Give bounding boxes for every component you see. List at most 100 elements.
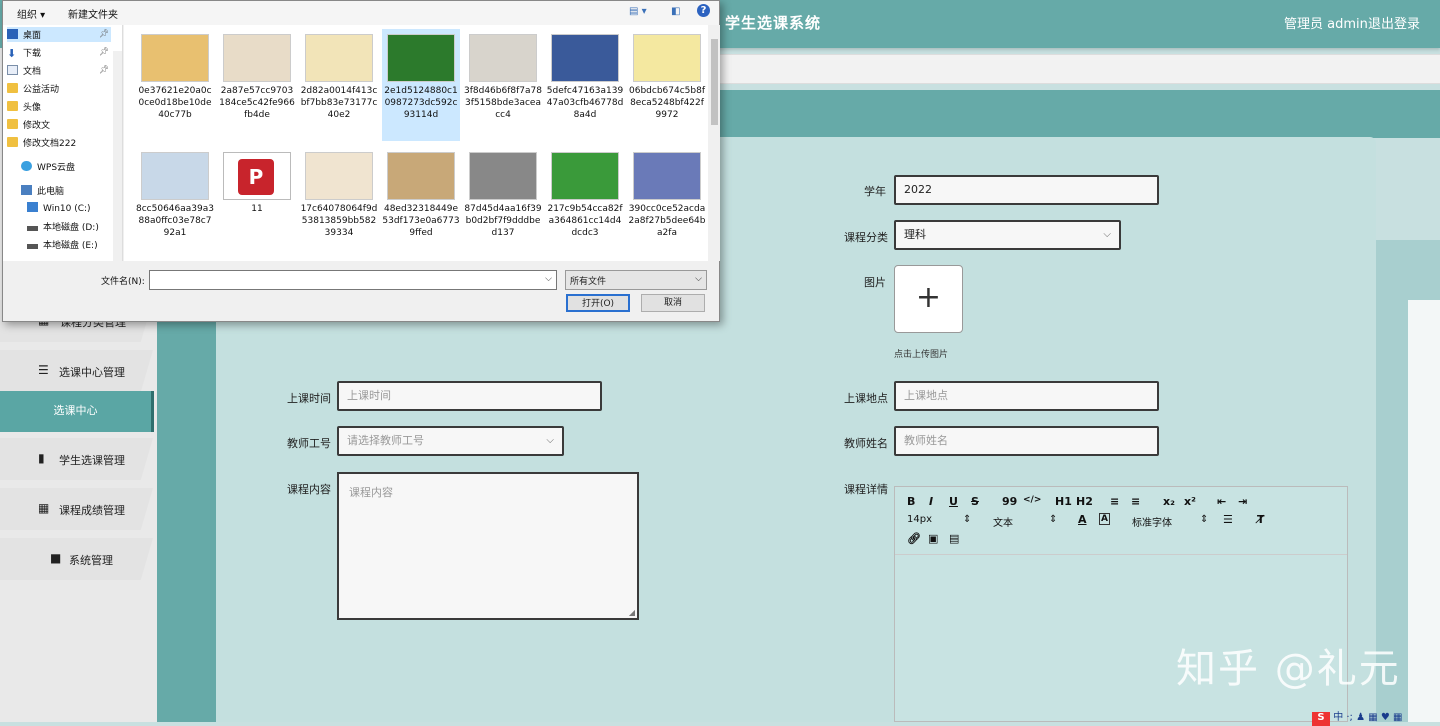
ordered-list-button[interactable]: ≡ [1110, 495, 1119, 508]
filetype-select[interactable]: 所有文件 ⌵ [565, 270, 707, 290]
updown-icon: ⇕ [963, 514, 972, 525]
sidebar-item-system[interactable]: ■ 系统管理 [0, 538, 153, 580]
teacher-id-label: 教师工号 [287, 437, 331, 450]
system-tray: S 中 ·; ♟ ▦ ♥ ▦ [1312, 708, 1440, 726]
bold-button[interactable]: B [907, 495, 915, 508]
image-thumbnail [633, 152, 701, 200]
nav-item-drive-e[interactable]: 本地磁盘 (E:) [27, 238, 98, 251]
sidebar-item-label: 系统管理 [69, 554, 113, 567]
organize-button[interactable]: 组织 ▾ [17, 6, 45, 21]
file-item[interactable]: 5defc47163a13947a03cfb46778d8a4d [546, 29, 624, 141]
open-button[interactable]: 打开(O) [566, 294, 630, 312]
image-thumbnail [633, 34, 701, 82]
teacher-id-select[interactable]: 请选择教师工号 ⌵ [337, 426, 564, 456]
time-input[interactable]: 上课时间 [337, 381, 602, 411]
file-name: 0e37621e20a0c0ce0d18be10de40c77b [138, 86, 212, 120]
image-upload-button[interactable]: + [894, 265, 963, 333]
category-select[interactable]: 理科 ⌵ [894, 220, 1121, 250]
file-item[interactable]: 217c9b54cca82fa364861cc14d4dcdc3 [546, 147, 624, 259]
bullet-list-button[interactable]: ≡ [1131, 495, 1140, 508]
image-icon[interactable]: ▣ [928, 532, 938, 545]
admin-label: 管理员 admin [1284, 17, 1368, 32]
h2-button[interactable]: H2 [1076, 495, 1093, 508]
tab-strip [700, 54, 1440, 84]
file-item[interactable]: 3f8d46b6f8f7a783f5158bde3aceacc4 [464, 29, 542, 141]
italic-button[interactable]: I [929, 495, 933, 508]
clear-format-icon[interactable]: T̸ [1257, 513, 1265, 526]
file-name: 2a87e57cc9703184ce5c42fe966fb4de [219, 86, 295, 120]
place-input[interactable]: 上课地点 [894, 381, 1159, 411]
file-item[interactable]: 06bdcb674c5b8f8eca5248bf422f9972 [628, 29, 706, 141]
link-icon[interactable]: 🔗︎ [907, 532, 921, 545]
file-list-scrollbar[interactable] [709, 25, 720, 261]
resize-grip-icon[interactable]: ◢ [629, 608, 635, 617]
file-item[interactable]: P 11 [218, 147, 296, 259]
help-icon[interactable]: ? [697, 4, 710, 17]
image-thumbnail [387, 34, 455, 82]
nav-scrollbar[interactable] [113, 51, 122, 283]
font-size-value: 14px [907, 514, 932, 525]
file-item[interactable]: 8cc50646aa39a388a0ffc03e78c792a1 [136, 147, 214, 259]
scrollbar-thumb[interactable] [711, 39, 718, 125]
h1-button[interactable]: H1 [1055, 495, 1072, 508]
outdent-button[interactable]: ⇤ [1217, 495, 1226, 508]
sidebar-item-grades[interactable]: ▦ 课程成绩管理 [0, 488, 153, 530]
image-thumbnail [305, 152, 373, 200]
file-item[interactable]: 0e37621e20a0c0ce0d18be10de40c77b [136, 29, 214, 141]
cancel-button[interactable]: 取消 [641, 294, 705, 312]
view-icon[interactable]: ▤ ▾ [629, 6, 647, 17]
nav-item-wps-cloud[interactable]: WPS云盘 [21, 160, 75, 173]
tray-icons: 中 ·; ♟ ▦ ♥ ▦ [1333, 712, 1403, 723]
file-item[interactable]: 2d82a0014f413cbf7bb83e73177c40e2 [300, 29, 378, 141]
nav-item-downloads[interactable]: ⬇ 下载 [7, 46, 41, 60]
nav-item-drive-c[interactable]: Win10 (C:) [27, 202, 91, 214]
filename-input[interactable]: ⌵ [149, 270, 557, 290]
font-color-icon[interactable]: A [1078, 513, 1087, 526]
teacher-name-label: 教师姓名 [844, 437, 888, 450]
nav-item-folder[interactable]: 头像 [7, 100, 41, 113]
nav-item-folder[interactable]: 公益活动 [7, 82, 59, 95]
font-family-select[interactable]: 标准字体 ⇕ [1132, 514, 1208, 529]
file-item[interactable]: 87d45d4aa16f39b0d2bf7f9dddbed137 [464, 147, 542, 259]
file-item[interactable]: 2e1d5124880c10987273dc592c93114d [382, 29, 460, 141]
file-item[interactable]: 390cc0ce52acda2a8f27b5dee64ba2fa [628, 147, 706, 259]
content-textarea[interactable]: 课程内容 ◢ [337, 472, 639, 620]
file-name: 2d82a0014f413cbf7bb83e73177c40e2 [300, 86, 378, 120]
plus-icon: + [915, 280, 942, 315]
nav-item-this-pc[interactable]: 此电脑 [21, 184, 64, 197]
block-format-select[interactable]: 文本 ⇕ [993, 514, 1057, 529]
nav-item-folder[interactable]: 修改文 [7, 118, 50, 131]
new-folder-button[interactable]: 新建文件夹 [68, 6, 118, 21]
font-size-select[interactable]: 14px ⇕ [907, 514, 971, 525]
logout-link[interactable]: 退出登录 [1368, 13, 1420, 32]
font-family-value: 标准字体 [1132, 518, 1172, 529]
indent-button[interactable]: ⇥ [1238, 495, 1247, 508]
superscript-button[interactable]: x² [1184, 495, 1196, 508]
image-thumbnail [469, 34, 537, 82]
underline-button[interactable]: U [949, 495, 958, 508]
teacher-name-input[interactable]: 教师姓名 [894, 426, 1159, 456]
preview-pane-icon[interactable]: ◧ [671, 6, 680, 17]
bg-color-icon[interactable]: A [1099, 513, 1110, 525]
file-item[interactable]: 2a87e57cc9703184ce5c42fe966fb4de [218, 29, 296, 141]
dialog-toolbar: 组织 ▾ 新建文件夹 ▤ ▾ ◧ ? [3, 1, 719, 25]
align-icon[interactable]: ☰ [1223, 513, 1233, 526]
nav-item-documents[interactable]: 文档 [7, 64, 41, 77]
sidebar-item-student-selection[interactable]: ▮ 学生选课管理 [0, 438, 153, 480]
sidebar-item-selection-center[interactable]: 选课中心 [0, 391, 154, 432]
code-button[interactable]: </> [1023, 495, 1041, 505]
year-input[interactable]: 2022 [894, 175, 1159, 205]
quote-button[interactable]: 99 [1002, 495, 1017, 508]
nav-item-drive-d[interactable]: 本地磁盘 (D:) [27, 220, 99, 233]
file-item[interactable]: 48ed32318449e53df173e0a67739ffed [382, 147, 460, 259]
nav-item-folder[interactable]: 修改文档222 [7, 136, 76, 149]
file-item[interactable]: 17c64078064f9d53813859bb58239334 [300, 147, 378, 259]
folder-icon [7, 101, 18, 111]
subscript-button[interactable]: x₂ [1163, 495, 1175, 508]
sidebar-item-course-center[interactable]: ☰ 选课中心管理 [0, 350, 153, 392]
chevron-down-icon[interactable]: ⌵ [545, 274, 552, 284]
category-value: 理科 [904, 228, 926, 241]
video-icon[interactable]: ▤ [949, 532, 959, 545]
nav-item-desktop[interactable]: 桌面 [7, 27, 111, 42]
strike-button[interactable]: S [971, 495, 979, 508]
